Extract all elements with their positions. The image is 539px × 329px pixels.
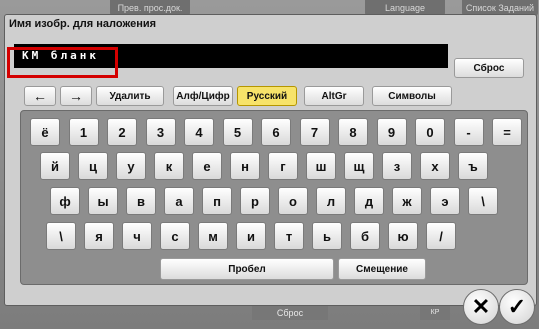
key-row1-6[interactable]: 6 [261,118,291,146]
key-row1-9[interactable]: 9 [376,118,407,146]
key-row3-4[interactable]: п [202,187,232,215]
key-row1-12[interactable]: = [492,118,522,146]
key-row2-4[interactable]: е [192,152,222,180]
key-row2-3[interactable]: к [154,152,184,180]
key-row4-1[interactable]: я [84,222,114,250]
key-row2-5[interactable]: н [230,152,260,180]
ok-icon[interactable]: ✓ [499,289,535,325]
russian-mode-button[interactable]: Русский [237,86,297,106]
key-row1-10[interactable]: 0 [415,118,445,146]
bg-kr-label: КР [420,306,450,320]
key-row3-11[interactable]: \ [468,187,498,215]
key-row3-3[interactable]: а [164,187,194,215]
key-row2-7[interactable]: ш [306,152,336,180]
key-row2-1[interactable]: ц [78,152,108,180]
bg-reset-label: Сброс [252,306,328,320]
key-row3-2[interactable]: в [126,187,156,215]
space-key[interactable]: Пробел [160,258,334,280]
key-row3-5[interactable]: р [240,187,270,215]
key-row3-7[interactable]: л [316,187,346,215]
key-row4-8[interactable]: б [350,222,380,250]
key-row4-10[interactable]: / [426,222,456,250]
key-row1-5[interactable]: 5 [222,118,253,146]
key-row4-9[interactable]: ю [388,222,418,250]
key-row2-8[interactable]: щ [344,152,374,180]
key-row1-2[interactable]: 2 [107,118,137,146]
key-row4-2[interactable]: ч [122,222,152,250]
key-row4-0[interactable]: \ [46,222,76,250]
cursor-left-button[interactable]: ← [24,86,56,106]
key-row3-9[interactable]: ж [392,187,422,215]
alnum-mode-button[interactable]: Алф/Цифр [173,86,233,106]
key-row2-9[interactable]: з [382,152,412,180]
key-row4-6[interactable]: т [274,222,304,250]
key-row3-10[interactable]: э [430,187,460,215]
key-row1-1[interactable]: 1 [68,118,99,146]
key-row2-6[interactable]: г [268,152,298,180]
key-row2-11[interactable]: ъ [458,152,488,180]
key-row3-1[interactable]: ы [88,187,118,215]
key-row1-11[interactable]: - [453,118,484,146]
key-row3-6[interactable]: о [278,187,308,215]
key-row2-2[interactable]: у [116,152,146,180]
delete-button[interactable]: Удалить [96,86,164,106]
dialog-title: Имя изобр. для наложения [9,18,157,30]
cancel-icon[interactable]: ✕ [463,289,499,325]
key-row1-7[interactable]: 7 [299,118,330,146]
key-row2-10[interactable]: х [420,152,450,180]
highlight-box [7,47,118,78]
key-row4-7[interactable]: ь [312,222,342,250]
key-row3-0[interactable]: ф [50,187,80,215]
key-row4-5[interactable]: и [236,222,266,250]
key-row1-3[interactable]: 3 [145,118,176,146]
reset-button[interactable]: Сброс [454,58,524,78]
key-row1-8[interactable]: 8 [338,118,368,146]
key-row1-4[interactable]: 4 [184,118,214,146]
shift-key[interactable]: Смещение [338,258,426,280]
key-row4-3[interactable]: с [160,222,190,250]
cursor-right-button[interactable]: → [60,86,92,106]
key-row4-4[interactable]: м [198,222,228,250]
key-row2-0[interactable]: й [40,152,70,180]
symbols-button[interactable]: Символы [372,86,452,106]
key-row3-8[interactable]: д [354,187,384,215]
key-row1-0[interactable]: ё [30,118,60,146]
altgr-button[interactable]: AltGr [304,86,364,106]
